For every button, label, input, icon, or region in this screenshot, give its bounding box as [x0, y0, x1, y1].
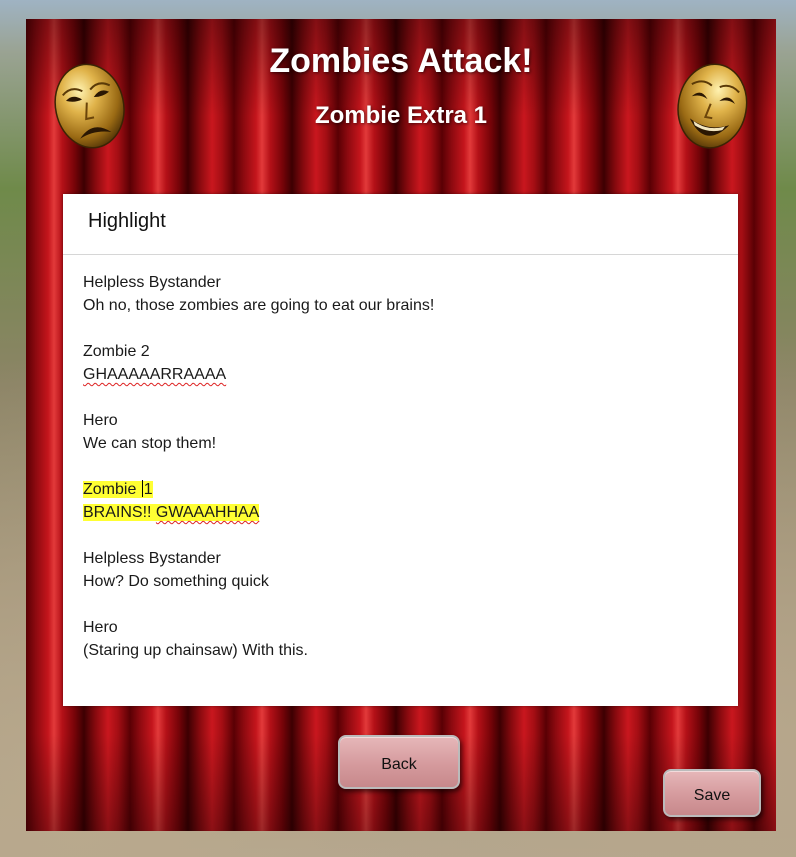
speaker-name: Zombie 2: [83, 343, 150, 360]
page-subtitle: Zombie Extra 1: [314, 102, 488, 129]
script-entry: Zombie 2 GHAAAAARRAAAA: [83, 340, 718, 386]
script-panel: Highlight Helpless Bystander Oh no, thos…: [63, 194, 738, 706]
dialogue-line: We can stop them!: [83, 435, 217, 452]
highlighted-speaker: Zombie 1: [83, 480, 153, 498]
save-button[interactable]: Save: [663, 769, 761, 817]
dialogue-part-1: BRAINS!!: [83, 504, 152, 521]
text-caret: [141, 480, 143, 497]
speaker-name-suffix: 1: [143, 481, 153, 498]
page-title: Zombies Attack!: [269, 42, 533, 80]
dialogue-line-wrapper: GHAAAAARRAAAA: [83, 363, 718, 386]
script-entry: Hero (Staring up chainsaw) With this.: [83, 616, 718, 662]
speaker-name-prefix: Zombie: [83, 481, 141, 498]
script-entry: Helpless Bystander How? Do something qui…: [83, 547, 718, 593]
script-text-area[interactable]: Helpless Bystander Oh no, those zombies …: [63, 255, 738, 662]
script-entry-highlighted: Zombie 1 BRAINS!! GWAAAHHAA: [83, 478, 718, 524]
speaker-name-line: Zombie 1: [83, 478, 718, 501]
speaker-name: Helpless Bystander: [83, 274, 221, 291]
dialogue-part-2: GWAAAHHAA: [155, 504, 260, 521]
dialogue-line-highlighted: BRAINS!! GWAAAHHAA: [83, 501, 718, 524]
speaker-name: Helpless Bystander: [83, 550, 221, 567]
dialogue-line: (Staring up chainsaw) With this.: [83, 642, 308, 659]
speaker-name: Hero: [83, 619, 118, 636]
dialogue-line: Oh no, those zombies are going to eat ou…: [83, 297, 435, 314]
script-entry: Helpless Bystander Oh no, those zombies …: [83, 271, 718, 317]
dialogue-line: GHAAAAARRAAAA: [83, 366, 227, 383]
panel-heading: Highlight: [63, 194, 738, 255]
speaker-name: Hero: [83, 412, 118, 429]
highlighted-dialogue: BRAINS!! GWAAAHHAA: [83, 504, 260, 521]
dialogue-line: How? Do something quick: [83, 573, 269, 590]
back-button[interactable]: Back: [338, 735, 460, 789]
script-entry: Hero We can stop them!: [83, 409, 718, 455]
